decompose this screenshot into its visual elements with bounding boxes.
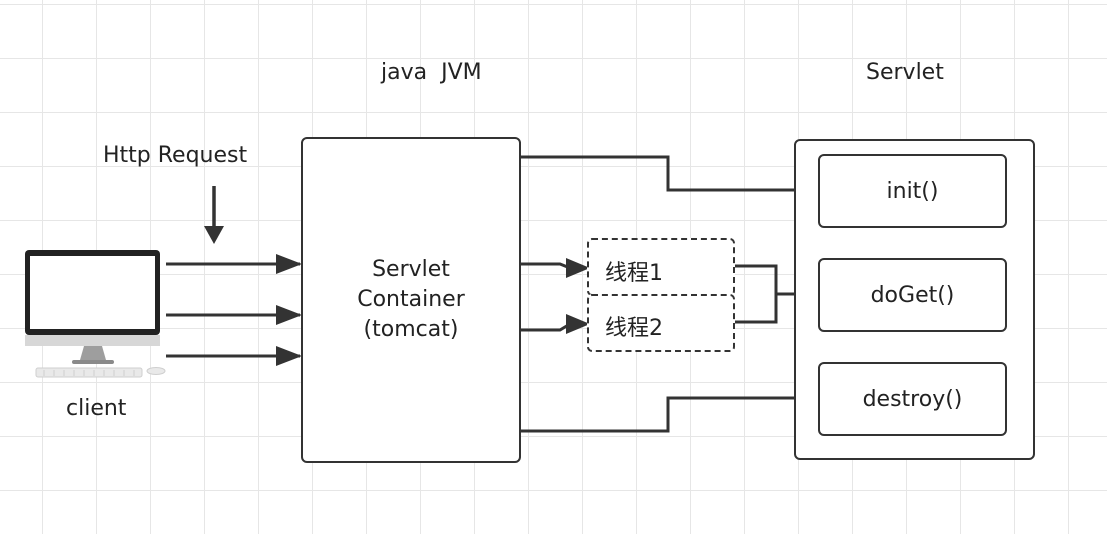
client-computer [24,250,174,380]
thread1-to-doget-line [735,264,800,296]
init-method-box: init() [818,154,1007,228]
servlet-title: Servlet [866,60,944,85]
container-line-3: (tomcat) [363,316,459,342]
client-label: client [66,396,127,421]
doget-method-box: doGet() [818,258,1007,332]
thread-box-1: 线程1 [587,238,735,296]
jvm-label: java JVM [381,60,482,85]
thread-box-2: 线程2 [587,294,735,352]
destroy-method-box: destroy() [818,362,1007,436]
servlet-container-box: Servlet Container (tomcat) [301,137,521,463]
container-to-destroy-arrow [520,396,800,433]
thread-label-1: 线程1 [605,261,663,286]
container-line-1: Servlet [372,257,450,283]
thread2-to-doget-line [735,294,778,324]
thread-label-2: 线程2 [605,316,663,341]
container-to-init-arrow [520,155,800,192]
container-line-2: Container [357,287,465,313]
http-request-label: Http Request [103,143,248,168]
desktop-computer-icon [25,250,166,378]
